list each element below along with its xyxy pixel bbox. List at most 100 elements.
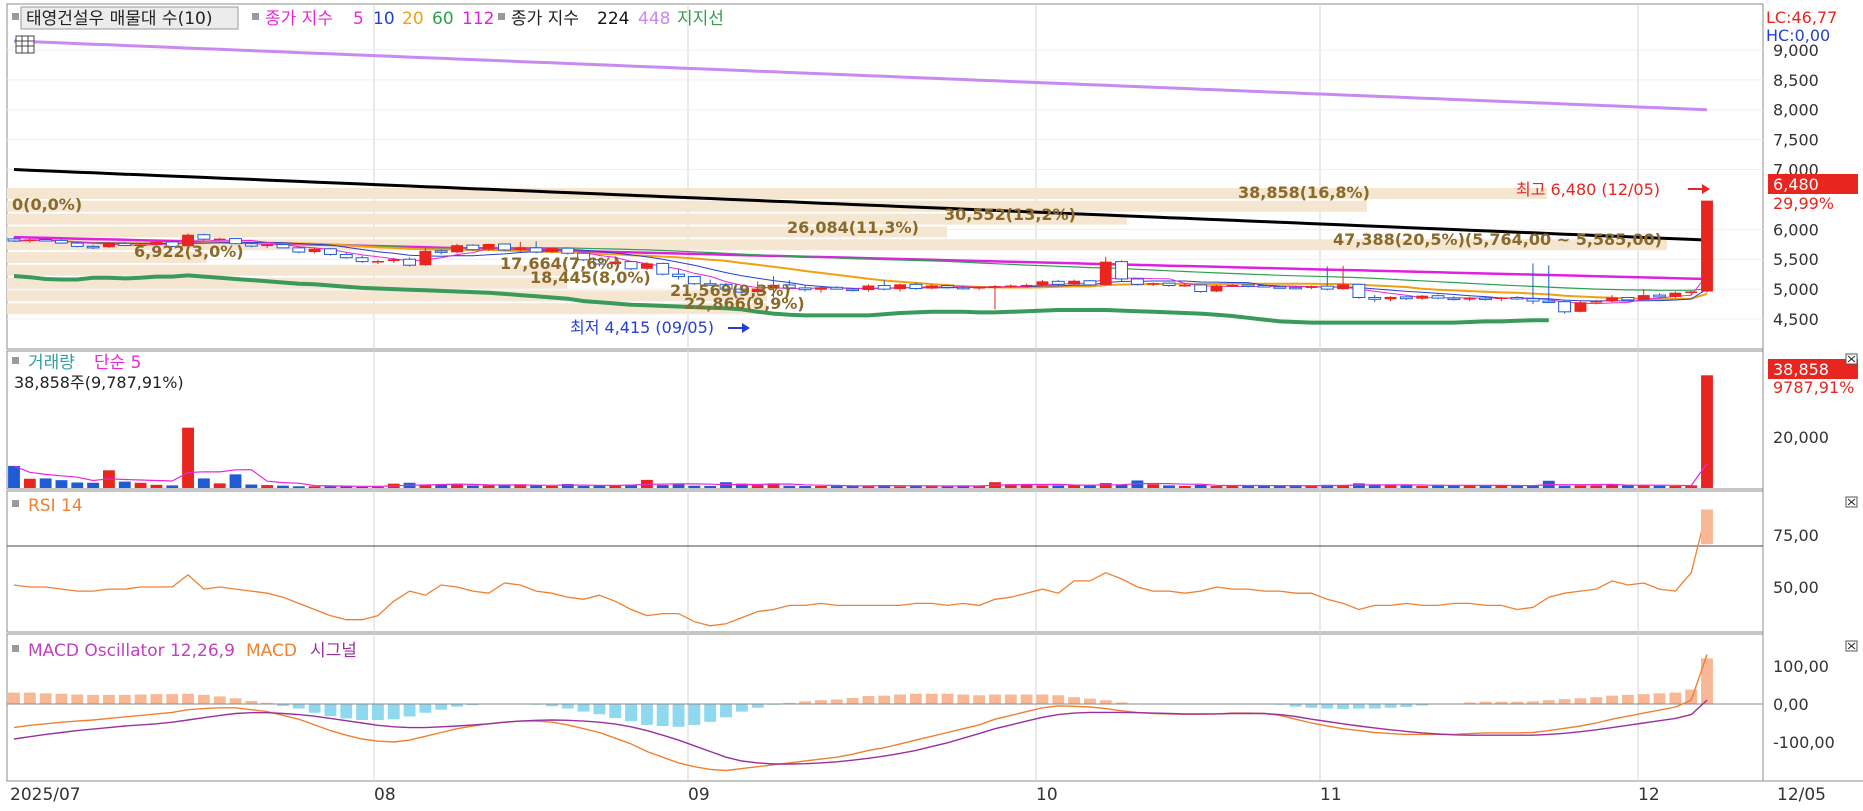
macd-name[interactable]: MACD [246, 641, 297, 661]
legend-support[interactable]: 지지선 [677, 9, 724, 29]
volume-bar [1178, 485, 1191, 488]
macd-osc-bar [134, 694, 147, 704]
candle-body [546, 248, 558, 253]
macd-osc-bar [71, 694, 84, 704]
volume-last-pct: 9787,91% [1773, 378, 1854, 397]
volume-bar [118, 481, 131, 488]
candle-body [1289, 286, 1303, 290]
macd-osc-bar [735, 704, 748, 712]
price-y-tick: 8,000 [1773, 101, 1819, 120]
legend-ma224[interactable]: 224 [597, 9, 629, 29]
legend-ma5[interactable]: 5 [353, 9, 364, 29]
candle-body [308, 248, 321, 253]
candle-body [514, 247, 527, 250]
volume-bar [1590, 485, 1603, 488]
volume-bar [704, 485, 717, 488]
candle-body [339, 253, 353, 259]
candle-body [1337, 284, 1350, 290]
candle-body [973, 286, 986, 289]
candle-body [941, 285, 954, 288]
volume-bar [1052, 485, 1065, 488]
rsi-panel[interactable] [6, 490, 1764, 633]
volume-bar [799, 485, 812, 488]
close-icon[interactable] [1845, 640, 1858, 652]
close-icon[interactable] [1845, 496, 1858, 508]
candle-body [656, 262, 670, 275]
price-y-tick: 6,000 [1773, 220, 1819, 239]
volume-panel[interactable] [6, 350, 1764, 490]
volume-name[interactable]: 거래량 [28, 353, 75, 373]
vp-label: 18,445(8,0%) [530, 268, 651, 287]
volume-bar [941, 486, 954, 488]
macd-osc-bar [8, 692, 20, 704]
legend-ma20[interactable]: 20 [402, 9, 424, 29]
candle-body [1083, 280, 1097, 286]
candle-body [23, 239, 36, 241]
volume-bar [166, 485, 179, 488]
rsi-name[interactable]: RSI 14 [28, 496, 83, 516]
volume-bar [308, 486, 321, 488]
macd-osc-bar [55, 693, 68, 704]
macd-osc-bar [150, 694, 163, 704]
legend-close[interactable]: 종가 지수 [265, 9, 333, 29]
legend-name[interactable]: 태영건설우 매물대 수(10) [26, 9, 212, 29]
legend-ma60[interactable]: 60 [432, 9, 454, 29]
macd-osc-bar [830, 699, 843, 704]
macd-osc-bar [1368, 704, 1381, 709]
volume-bar [1511, 485, 1524, 488]
legend-checkbox-icon[interactable] [252, 13, 259, 20]
table-icon[interactable] [15, 35, 35, 54]
volume-bar [1368, 485, 1381, 488]
macd-osc-bar [308, 704, 321, 713]
candle-body [1384, 296, 1397, 300]
macd-osc-bar [577, 704, 590, 712]
legend-checkbox-icon[interactable] [12, 357, 19, 364]
price-y-tick: 8,500 [1773, 71, 1819, 90]
volume-bar [546, 485, 558, 488]
macd-osc-bar [1653, 693, 1666, 704]
macd-osc-bar [1036, 694, 1049, 704]
candle-body [7, 238, 21, 242]
candle-body [1574, 302, 1587, 312]
candle-body [956, 286, 970, 290]
close-icon[interactable] [1845, 353, 1858, 365]
legend-checkbox-icon[interactable] [498, 13, 505, 20]
volume-bar [1669, 485, 1682, 488]
legend-close2[interactable]: 종가 지수 [511, 9, 579, 29]
candle-body [1368, 296, 1382, 300]
candle-body [1701, 200, 1713, 292]
macd-osc-bar [1099, 700, 1112, 704]
legend-checkbox-icon[interactable] [12, 500, 19, 507]
candle-body [1669, 292, 1682, 297]
vp-label: 6,922(3,0%) [134, 242, 244, 261]
legend-ma10[interactable]: 10 [373, 9, 395, 29]
candle-body [1558, 301, 1572, 313]
macd-osc-bar [973, 695, 986, 704]
legend-ma448[interactable]: 448 [638, 9, 670, 29]
macd-osc-bar [356, 704, 369, 720]
macd-osc-bar [751, 704, 764, 708]
macd-signal-name[interactable]: 시그널 [310, 641, 357, 661]
volume-bar [277, 485, 289, 488]
candle-body [1178, 284, 1191, 287]
vp-label: 0(0,0%) [12, 195, 82, 214]
candle-body [1447, 297, 1461, 301]
macd-osc-bar [941, 693, 954, 704]
volume-ma[interactable]: 단순 5 [94, 353, 142, 373]
candle-body [103, 243, 115, 248]
legend-checkbox-icon[interactable] [12, 13, 19, 20]
candle-body [261, 244, 274, 247]
volume-bar [577, 485, 590, 488]
candle-body [1162, 282, 1176, 287]
legend-ma112[interactable]: 112 [462, 9, 494, 29]
legend-checkbox-icon[interactable] [12, 645, 19, 652]
candle-body [1099, 261, 1112, 285]
macd-osc-name[interactable]: MACD Oscillator 12,26,9 [28, 641, 235, 661]
macd-osc-bar [1337, 704, 1350, 709]
macd-osc-bar [1083, 698, 1096, 704]
volume-bar [371, 486, 384, 488]
macd-osc-bar [1020, 694, 1033, 704]
macd-osc-bar [862, 696, 875, 704]
macd-osc-bar [1590, 697, 1603, 704]
volume-bar [656, 485, 669, 488]
